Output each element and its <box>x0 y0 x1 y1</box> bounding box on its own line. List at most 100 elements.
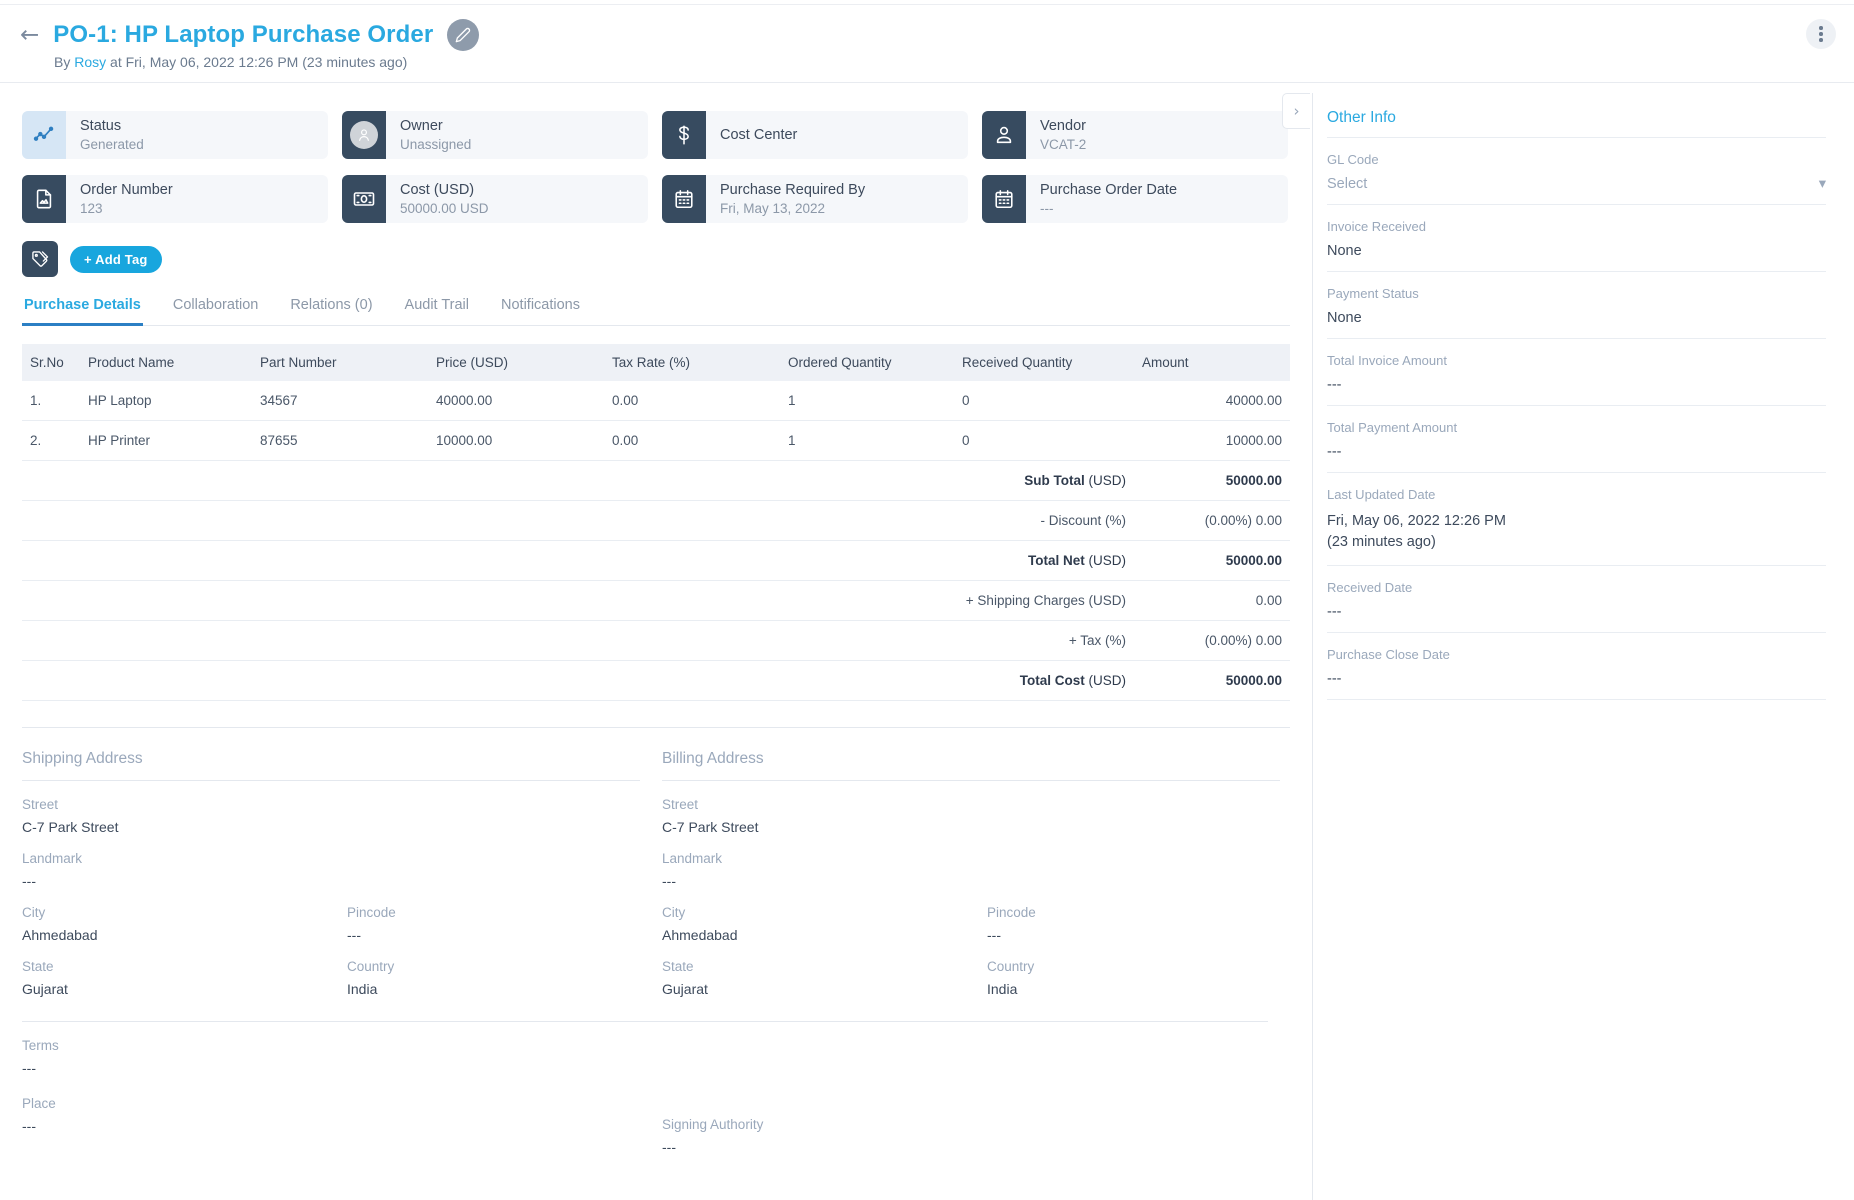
info-card-cost[interactable]: Cost (USD) 50000.00 USD <box>342 175 648 223</box>
tag-row: + Add Tag <box>22 241 1290 277</box>
field-label: Terms <box>22 1038 662 1053</box>
billing-country-field: Country India <box>987 959 1312 997</box>
field-value: --- <box>987 927 1312 943</box>
cell-product-name: HP Printer <box>80 421 252 461</box>
info-card-label: Vendor <box>1040 117 1288 135</box>
gl-code-select[interactable]: Select ▾ <box>1327 176 1826 192</box>
field-label: Pincode <box>987 905 1312 920</box>
cell-tax-rate: 0.00 <box>604 421 780 461</box>
tab-bar: Purchase Details Collaboration Relations… <box>22 293 1290 326</box>
field-value: --- <box>1327 377 1826 393</box>
totals-row-discount: - Discount (%) (0.00%) 0.00 <box>22 501 1290 541</box>
column-header-srno: Sr.No <box>22 344 80 381</box>
tab-notifications[interactable]: Notifications <box>499 293 582 326</box>
field-label: Invoice Received <box>1327 219 1826 234</box>
totals-amount: 0.00 <box>1134 581 1290 621</box>
info-card-label: Status <box>80 117 328 135</box>
author-link[interactable]: Rosy <box>74 54 106 70</box>
shipping-city-pincode-row: City Ahmedabad Pincode --- <box>22 905 662 943</box>
column-header-product-name: Product Name <box>80 344 252 381</box>
totals-label: - Discount (%) <box>22 501 1134 541</box>
signing-block: Signing Authority --- <box>662 1038 1302 1155</box>
column-header-part-number: Part Number <box>252 344 428 381</box>
page-title: PO-1: HP Laptop Purchase Order <box>53 21 433 49</box>
field-label: Street <box>662 797 1302 812</box>
field-label: Landmark <box>22 851 662 866</box>
info-card-label: Order Number <box>80 181 328 199</box>
header-divider <box>0 82 1854 83</box>
tab-relations[interactable]: Relations (0) <box>288 293 374 326</box>
info-card-vendor[interactable]: Vendor VCAT-2 <box>982 111 1288 159</box>
info-card-value: 123 <box>80 200 328 218</box>
tab-collaboration[interactable]: Collaboration <box>171 293 260 326</box>
column-header-tax-rate: Tax Rate (%) <box>604 344 780 381</box>
select-value: Select <box>1327 176 1367 192</box>
tab-audit-trail[interactable]: Audit Trail <box>403 293 471 326</box>
billing-address-block: Billing Address Street C-7 Park Street L… <box>662 750 1302 997</box>
arrow-left-icon[interactable]: ← <box>20 24 39 47</box>
totals-row-total-net: Total Net (USD) 50000.00 <box>22 541 1290 581</box>
address-section: Shipping Address Street C-7 Park Street … <box>22 750 1290 997</box>
chevron-down-icon: ▾ <box>1819 176 1826 192</box>
shipping-city-field: City Ahmedabad <box>22 905 347 943</box>
document-icon <box>22 175 66 223</box>
billing-city-field: City Ahmedabad <box>662 905 987 943</box>
page-body: Status Generated Owner Unassigned <box>0 93 1854 1200</box>
info-card-purchase-required-by[interactable]: Purchase Required By Fri, May 13, 2022 <box>662 175 968 223</box>
field-value: Ahmedabad <box>22 927 347 943</box>
info-card-label: Cost Center <box>720 126 968 144</box>
field-label: Payment Status <box>1327 286 1826 301</box>
cell-part-number: 87655 <box>252 421 428 461</box>
info-card-value: Generated <box>80 136 328 154</box>
field-value: Fri, May 06, 2022 12:26 PM (23 minutes a… <box>1327 511 1527 553</box>
field-value: Gujarat <box>22 981 347 997</box>
totals-row-total-cost: Total Cost (USD) 50000.00 <box>22 661 1290 701</box>
billing-state-country-row: State Gujarat Country India <box>662 959 1302 997</box>
field-value: C-7 Park Street <box>22 819 662 835</box>
field-value: --- <box>22 1060 662 1076</box>
info-card-order-number[interactable]: Order Number 123 <box>22 175 328 223</box>
info-card-owner[interactable]: Owner Unassigned <box>342 111 648 159</box>
cell-price: 40000.00 <box>428 381 604 421</box>
info-card-label: Purchase Required By <box>720 181 968 199</box>
info-card-label: Owner <box>400 117 648 135</box>
terms-separator <box>22 1021 1268 1022</box>
pencil-icon[interactable] <box>447 19 479 51</box>
totals-row-sub-total: Sub Total (USD) 50000.00 <box>22 461 1290 501</box>
tab-purchase-details[interactable]: Purchase Details <box>22 293 143 326</box>
side-field-invoice-received: Invoice Received None <box>1327 205 1826 271</box>
column-header-amount: Amount <box>1134 344 1290 381</box>
purchase-items-table: Sr.No Product Name Part Number Price (US… <box>22 344 1290 701</box>
cell-srno: 1. <box>22 381 80 421</box>
info-card-status[interactable]: Status Generated <box>22 111 328 159</box>
field-label: Country <box>987 959 1312 974</box>
terms-block: Terms --- Place --- <box>22 1038 662 1155</box>
side-field-payment-status: Payment Status None <box>1327 272 1826 338</box>
table-row[interactable]: 1. HP Laptop 34567 40000.00 0.00 1 0 400… <box>22 381 1290 421</box>
info-card-purchase-order-date[interactable]: Purchase Order Date --- <box>982 175 1288 223</box>
chevron-right-icon[interactable]: › <box>1282 93 1310 129</box>
field-label: Pincode <box>347 905 672 920</box>
field-label: Landmark <box>662 851 1302 866</box>
tags-icon[interactable] <box>22 241 58 277</box>
money-icon <box>342 175 386 223</box>
info-card-cost-center[interactable]: Cost Center <box>662 111 968 159</box>
side-field-last-updated-date: Last Updated Date Fri, May 06, 2022 12:2… <box>1327 473 1826 565</box>
table-row[interactable]: 2. HP Printer 87655 10000.00 0.00 1 0 10… <box>22 421 1290 461</box>
field-label: Last Updated Date <box>1327 487 1826 502</box>
field-label: State <box>662 959 987 974</box>
field-label: Received Date <box>1327 580 1826 595</box>
shipping-pincode-field: Pincode --- <box>347 905 672 943</box>
cell-ordered-quantity: 1 <box>780 381 954 421</box>
totals-row-tax: + Tax (%) (0.00%) 0.00 <box>22 621 1290 661</box>
kebab-menu-icon[interactable] <box>1806 19 1836 49</box>
page-header: ← PO-1: HP Laptop Purchase Order By Rosy… <box>0 5 1854 93</box>
field-value: India <box>347 981 672 997</box>
billing-state-field: State Gujarat <box>662 959 987 997</box>
add-tag-button[interactable]: + Add Tag <box>70 246 162 273</box>
cell-price: 10000.00 <box>428 421 604 461</box>
table-header-row: Sr.No Product Name Part Number Price (US… <box>22 344 1290 381</box>
totals-label: Total Net (USD) <box>22 541 1134 581</box>
cell-tax-rate: 0.00 <box>604 381 780 421</box>
field-label: State <box>22 959 347 974</box>
